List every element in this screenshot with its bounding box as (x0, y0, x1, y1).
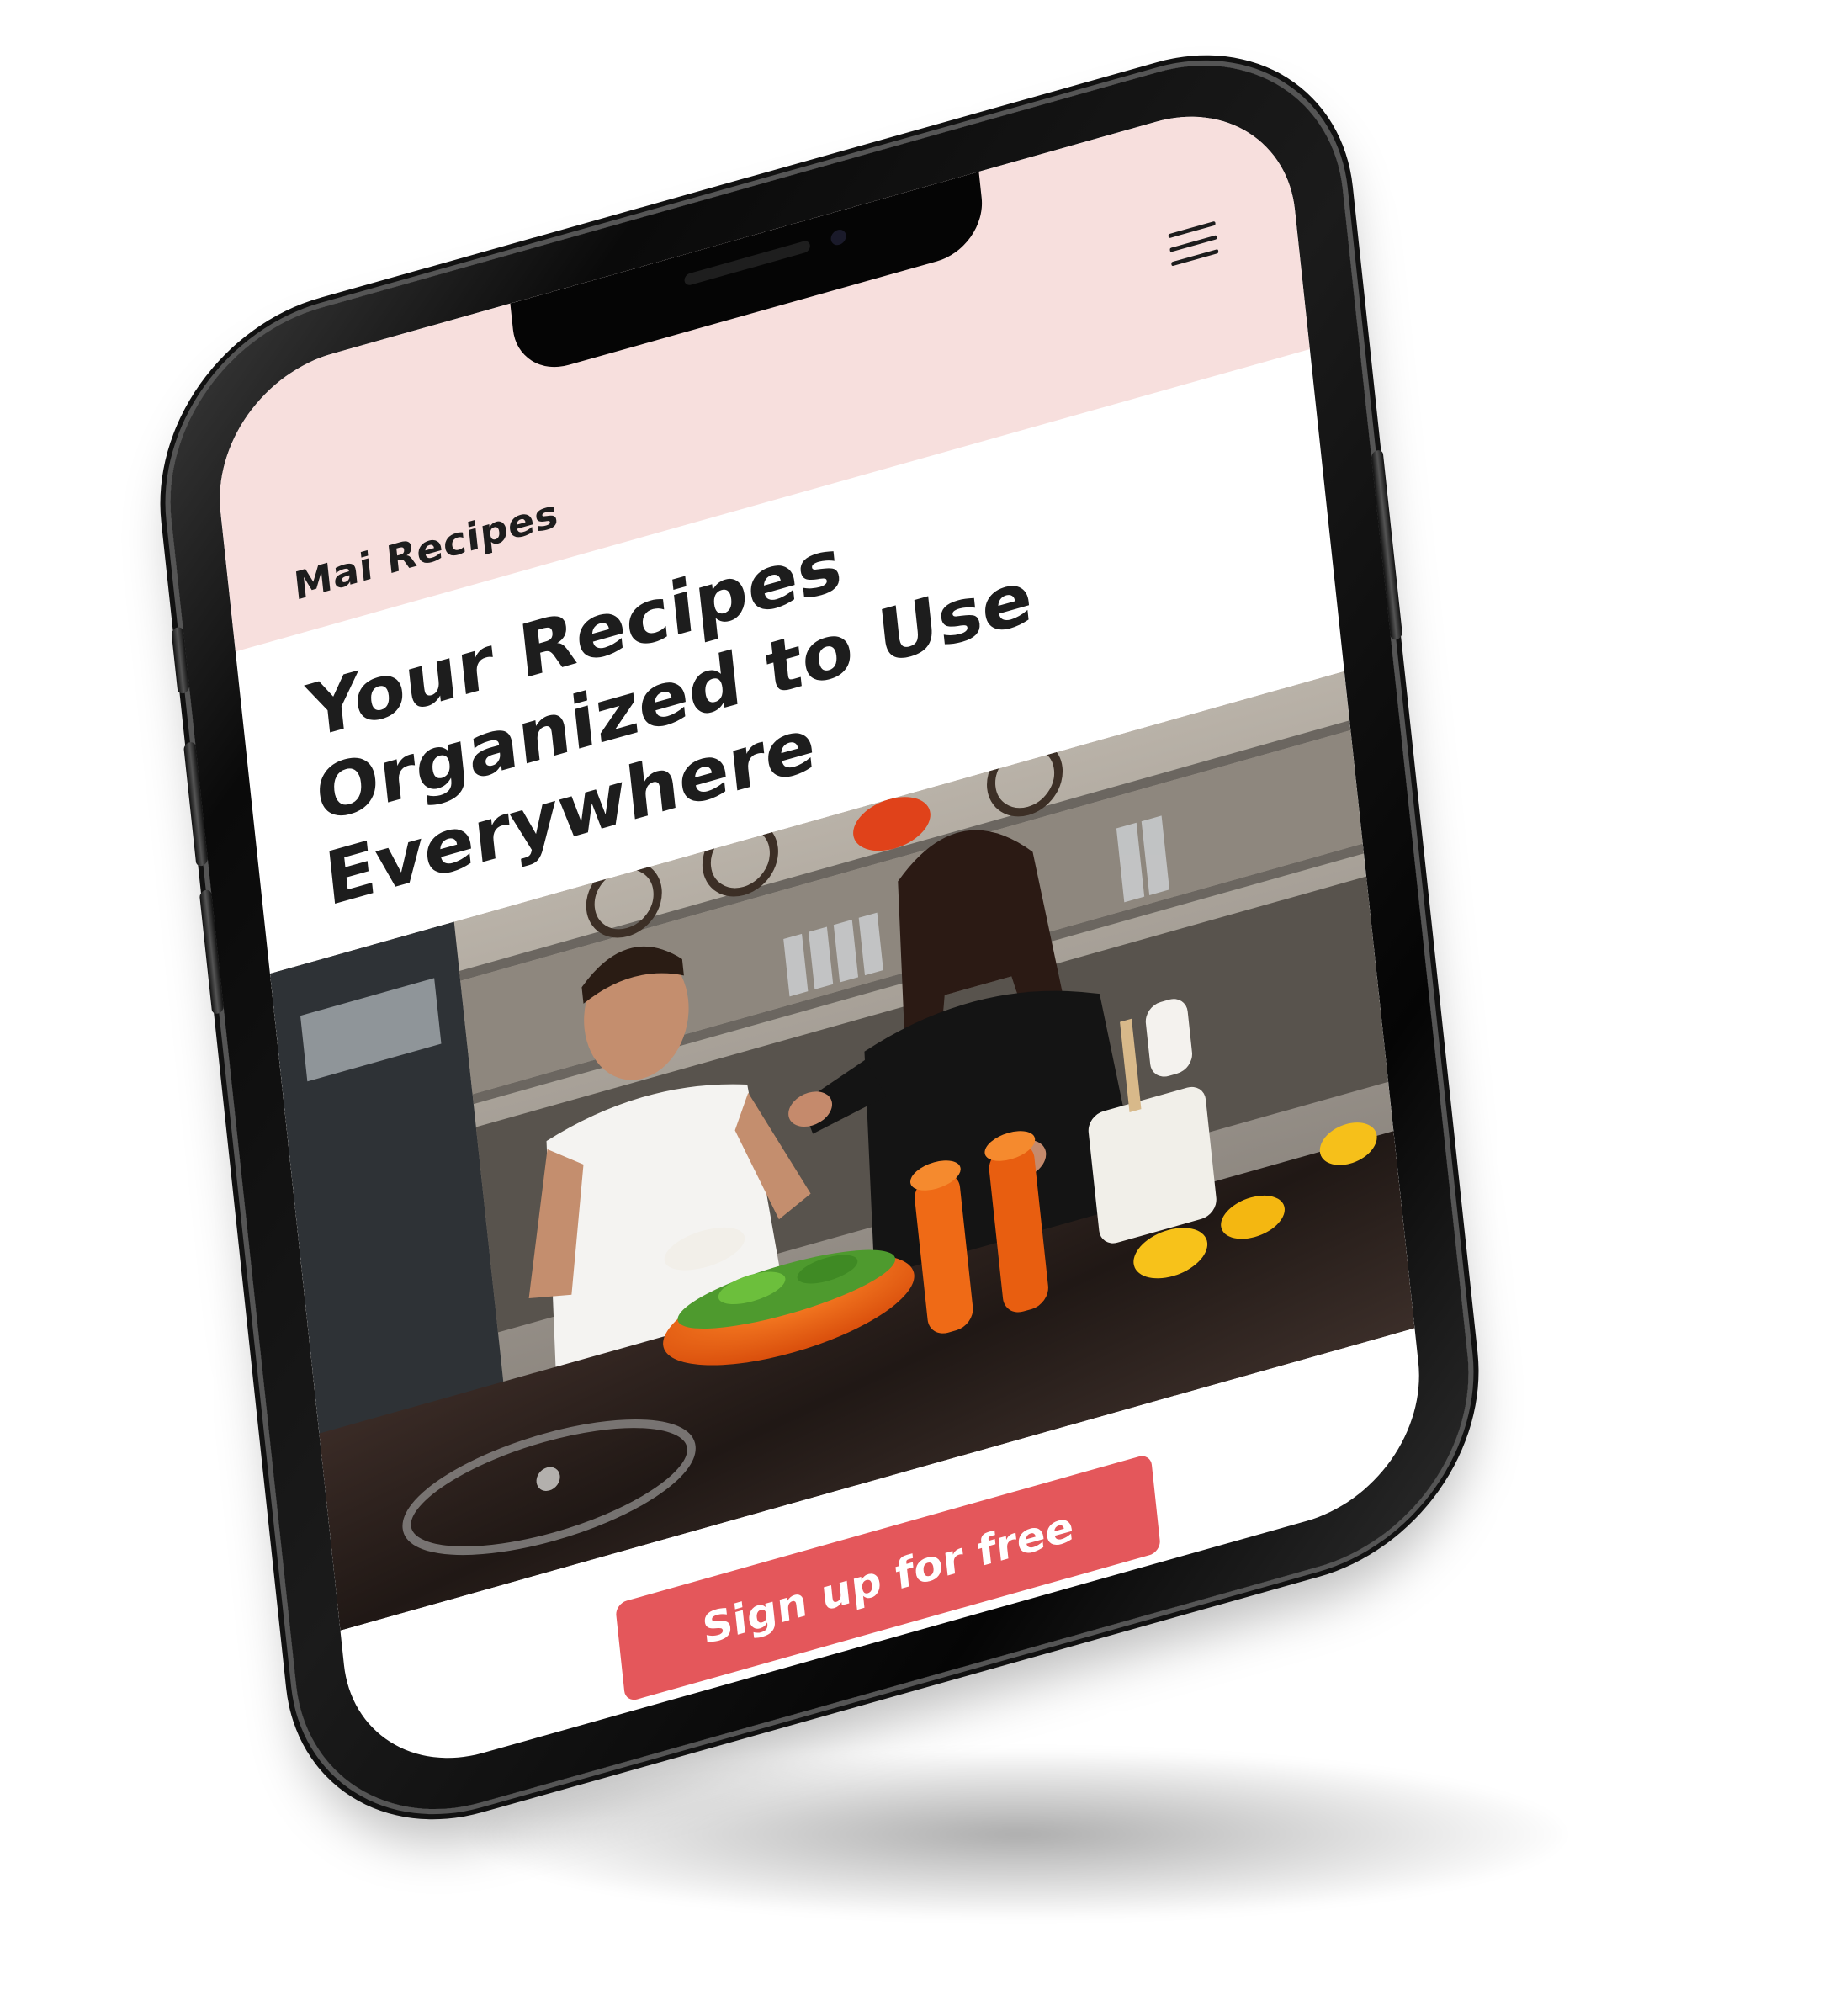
phone-floor-shadow (471, 1750, 1565, 1918)
hamburger-menu-icon[interactable] (1164, 213, 1223, 277)
phone-screen: Mai Recipes Your Recipes Organized to Us… (207, 86, 1432, 1789)
front-camera (830, 227, 847, 247)
menu-bar-middle (1169, 235, 1217, 252)
menu-bar-top (1168, 220, 1216, 239)
menu-bar-bottom (1171, 248, 1219, 267)
product-mockup-stage: Mai Recipes Your Recipes Organized to Us… (0, 0, 1824, 2016)
phone-device: Mai Recipes Your Recipes Organized to Us… (153, 24, 1486, 1850)
brand-logo-text[interactable]: Mai Recipes (292, 491, 560, 609)
